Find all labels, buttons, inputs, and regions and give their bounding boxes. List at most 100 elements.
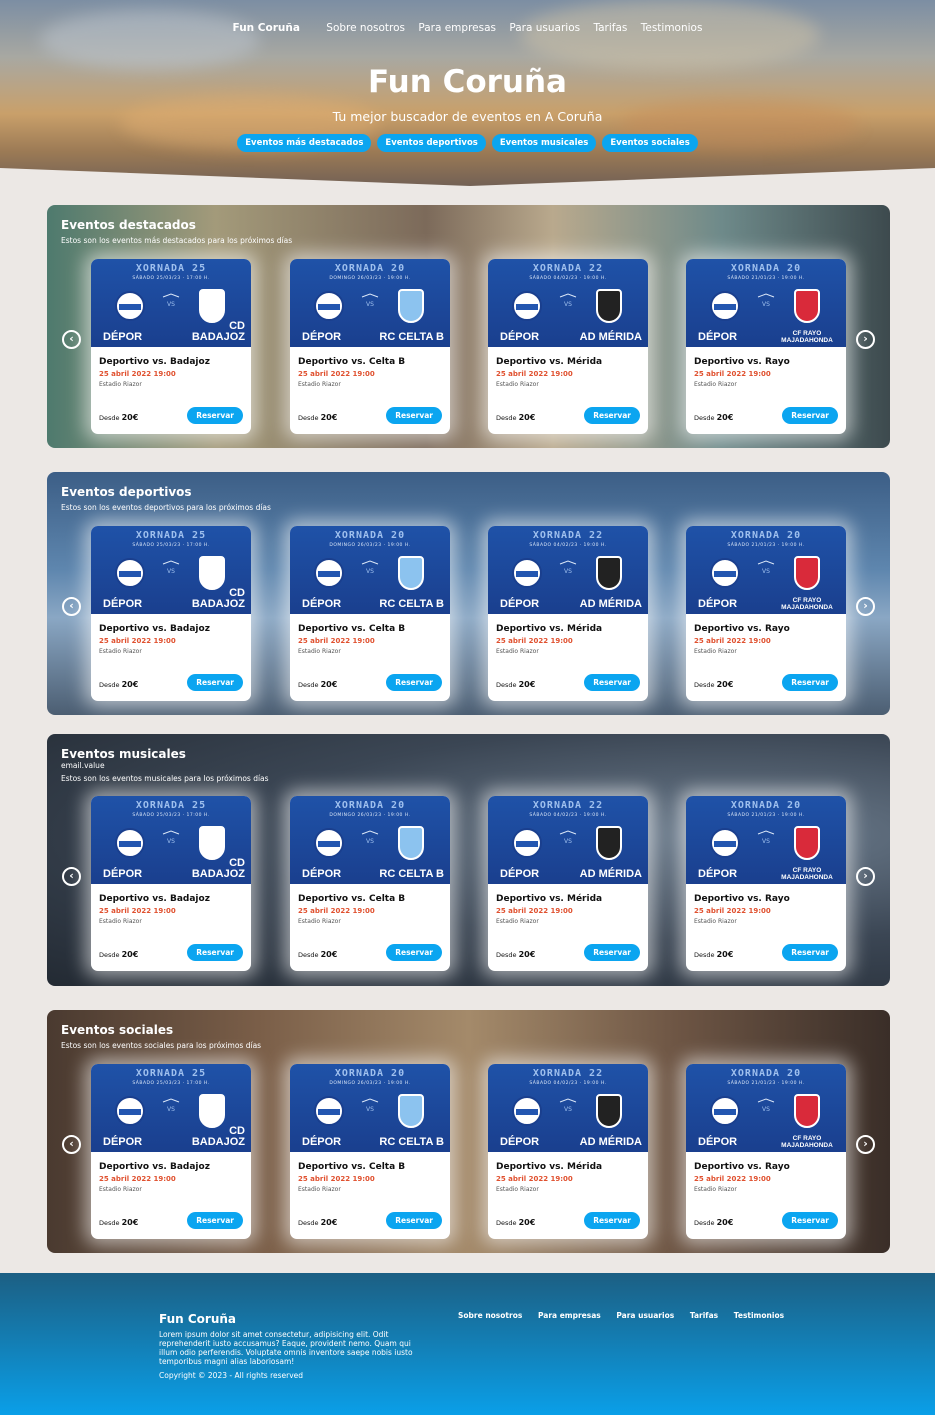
poster-jornada: XORNADA 22 <box>532 530 604 541</box>
reserve-button[interactable]: Reservar <box>782 1212 838 1229</box>
reserve-button[interactable]: Reservar <box>584 407 640 424</box>
reserve-button[interactable]: Reservar <box>187 1212 243 1229</box>
sponsor-logo-icon <box>756 284 776 298</box>
carousel-prev-button[interactable]: ‹ <box>62 1135 81 1154</box>
event-venue: Estadio Riazor <box>298 1186 341 1193</box>
nav-brand[interactable]: Fun Coruña <box>233 22 300 34</box>
event-card[interactable]: XORNADA 25 SÁBADO 25/03/23 · 17:00 H. VS… <box>91 796 251 971</box>
home-crest-icon <box>115 291 145 321</box>
footer-link-tarifas[interactable]: Tarifas <box>690 1311 718 1320</box>
reserve-button[interactable]: Reservar <box>782 944 838 961</box>
nav-link-testimonios[interactable]: Testimonios <box>641 22 703 34</box>
event-card[interactable]: XORNADA 25 SÁBADO 25/03/23 · 17:00 H. VS… <box>91 526 251 701</box>
event-card[interactable]: XORNADA 20 SÁBADO 21/01/23 · 19:00 H. VS… <box>686 526 846 701</box>
event-poster: XORNADA 25 SÁBADO 25/03/23 · 17:00 H. VS… <box>91 526 251 614</box>
event-datetime: 25 abril 2022 19:00 <box>694 370 771 378</box>
reserve-button[interactable]: Reservar <box>386 1212 442 1229</box>
event-venue: Estadio Riazor <box>496 381 539 388</box>
vs-icon: VS <box>167 1106 175 1113</box>
event-price: Desde 20€ <box>298 413 337 422</box>
carousel-next-button[interactable]: › <box>856 597 875 616</box>
event-venue: Estadio Riazor <box>496 918 539 925</box>
pill-destacados[interactable]: Eventos más destacados <box>237 134 372 152</box>
price-label: Desde <box>694 681 715 689</box>
poster-jornada: XORNADA 20 <box>334 263 406 274</box>
home-crest-icon <box>314 291 344 321</box>
event-card[interactable]: XORNADA 22 SÁBADO 04/02/23 · 19:00 H. VS… <box>488 526 648 701</box>
price-label: Desde <box>99 414 120 422</box>
reserve-button[interactable]: Reservar <box>386 407 442 424</box>
event-venue: Estadio Riazor <box>298 381 341 388</box>
carousel-prev-button[interactable]: ‹ <box>62 330 81 349</box>
event-venue: Estadio Riazor <box>298 648 341 655</box>
rival-crest-icon <box>596 289 622 323</box>
event-name: Deportivo vs. Rayo <box>694 357 790 367</box>
footer-link-sobre-nosotros[interactable]: Sobre nosotros <box>458 1311 522 1320</box>
reserve-button[interactable]: Reservar <box>386 674 442 691</box>
poster-home-team: DÉPOR <box>698 868 738 880</box>
event-price: Desde 20€ <box>694 950 733 959</box>
event-card[interactable]: XORNADA 25 SÁBADO 25/03/23 · 17:00 H. VS… <box>91 259 251 434</box>
footer-link-para-usuarios[interactable]: Para usuarios <box>616 1311 674 1320</box>
event-card[interactable]: XORNADA 22 SÁBADO 04/02/23 · 19:00 H. VS… <box>488 259 648 434</box>
event-price: Desde 20€ <box>496 950 535 959</box>
reserve-button[interactable]: Reservar <box>187 944 243 961</box>
reserve-button[interactable]: Reservar <box>782 407 838 424</box>
pill-musicales[interactable]: Eventos musicales <box>491 134 597 152</box>
event-datetime: 25 abril 2022 19:00 <box>99 907 176 915</box>
reserve-button[interactable]: Reservar <box>386 944 442 961</box>
price-value: 20€ <box>518 1218 536 1227</box>
event-card[interactable]: XORNADA 25 SÁBADO 25/03/23 · 17:00 H. VS… <box>91 1064 251 1239</box>
nav-link-sobre-nosotros[interactable]: Sobre nosotros <box>326 22 405 34</box>
vs-icon: VS <box>167 568 175 575</box>
event-card[interactable]: XORNADA 22 SÁBADO 04/02/23 · 19:00 H. VS… <box>488 796 648 971</box>
rival-crest-icon <box>199 1094 225 1128</box>
event-card[interactable]: XORNADA 20 SÁBADO 21/01/23 · 19:00 H. VS… <box>686 259 846 434</box>
footer-link-para-empresas[interactable]: Para empresas <box>538 1311 601 1320</box>
chevron-right-icon: › <box>863 599 868 612</box>
carousel-next-button[interactable]: › <box>856 867 875 886</box>
nav-link-tarifas[interactable]: Tarifas <box>593 22 627 34</box>
price-label: Desde <box>99 1219 120 1227</box>
poster-date: SÁBADO 21/01/23 · 19:00 H. <box>727 813 805 818</box>
event-name: Deportivo vs. Mérida <box>496 624 603 634</box>
sponsor-logo-icon <box>756 1089 776 1103</box>
pill-sociales[interactable]: Eventos sociales <box>602 134 698 152</box>
reserve-button[interactable]: Reservar <box>782 674 838 691</box>
event-poster: XORNADA 22 SÁBADO 04/02/23 · 19:00 H. VS… <box>488 1064 648 1152</box>
event-card[interactable]: XORNADA 20 SÁBADO 21/01/23 · 19:00 H. VS… <box>686 796 846 971</box>
event-card[interactable]: XORNADA 20 SÁBADO 21/01/23 · 19:00 H. VS… <box>686 1064 846 1239</box>
pill-deportivos[interactable]: Eventos deportivos <box>377 134 486 152</box>
event-card[interactable]: XORNADA 20 DOMINGO 26/03/23 · 19:00 H. V… <box>290 796 450 971</box>
price-value: 20€ <box>716 680 734 689</box>
rival-crest-icon <box>794 826 820 860</box>
event-card[interactable]: XORNADA 20 DOMINGO 26/03/23 · 19:00 H. V… <box>290 1064 450 1239</box>
poster-jornada: XORNADA 20 <box>730 530 802 541</box>
poster-date: SÁBADO 04/02/23 · 19:00 H. <box>529 1081 607 1086</box>
reserve-button[interactable]: Reservar <box>584 944 640 961</box>
carousel-prev-button[interactable]: ‹ <box>62 867 81 886</box>
event-card[interactable]: XORNADA 20 DOMINGO 26/03/23 · 19:00 H. V… <box>290 526 450 701</box>
event-card[interactable]: XORNADA 22 SÁBADO 04/02/23 · 19:00 H. VS… <box>488 1064 648 1239</box>
reserve-button[interactable]: Reservar <box>187 674 243 691</box>
poster-home-team: DÉPOR <box>500 598 540 610</box>
poster-home-team: DÉPOR <box>698 331 738 343</box>
reserve-button[interactable]: Reservar <box>187 407 243 424</box>
price-label: Desde <box>694 414 715 422</box>
poster-home-team: DÉPOR <box>103 868 143 880</box>
poster-jornada: XORNADA 20 <box>334 1068 406 1079</box>
carousel-next-button[interactable]: › <box>856 1135 875 1154</box>
rival-crest-icon <box>794 1094 820 1128</box>
poster-jornada: XORNADA 22 <box>532 1068 604 1079</box>
poster-away-team: AD MÉRIDA <box>579 868 642 880</box>
carousel-prev-button[interactable]: ‹ <box>62 597 81 616</box>
reserve-button[interactable]: Reservar <box>584 1212 640 1229</box>
nav-link-para-empresas[interactable]: Para empresas <box>418 22 496 34</box>
nav-link-para-usuarios[interactable]: Para usuarios <box>509 22 580 34</box>
reserve-button[interactable]: Reservar <box>584 674 640 691</box>
section-musicales: Eventos musicales email.value Estos son lo… <box>47 734 890 986</box>
price-value: 20€ <box>320 413 338 422</box>
carousel-next-button[interactable]: › <box>856 330 875 349</box>
footer-link-testimonios[interactable]: Testimonios <box>734 1311 784 1320</box>
event-card[interactable]: XORNADA 20 DOMINGO 26/03/23 · 19:00 H. V… <box>290 259 450 434</box>
